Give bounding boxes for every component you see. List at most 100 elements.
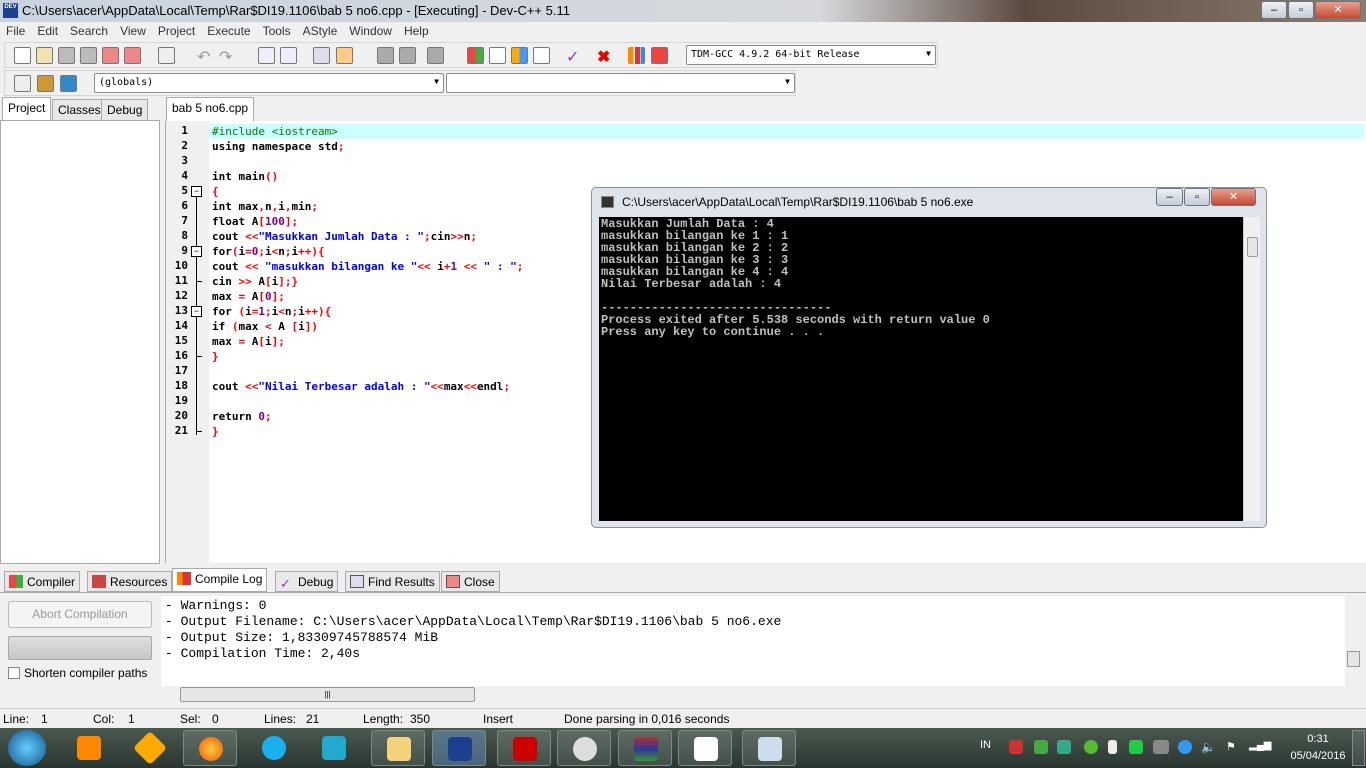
member-select[interactable]: ▼ [446, 73, 795, 93]
usb-tray-icon[interactable] [1034, 740, 1048, 754]
tab-resources[interactable]: Resources [87, 571, 173, 592]
code-line[interactable]: for (i=1;i<n;i++){ [212, 304, 331, 319]
taskbar-dev-cpp[interactable] [432, 730, 486, 766]
unindent-icon[interactable] [399, 47, 416, 64]
fold-collapse-icon[interactable]: − [191, 246, 202, 257]
tab-classes[interactable]: Classes [52, 99, 107, 121]
language-indicator[interactable]: IN [980, 739, 991, 751]
console-minimize-button[interactable]: – [1156, 188, 1183, 206]
scroll-thumb[interactable] [1347, 651, 1360, 667]
fold-collapse-icon[interactable]: − [191, 186, 202, 197]
log-vertical-scrollbar[interactable] [1345, 596, 1362, 686]
taskbar-explorer[interactable] [371, 730, 425, 766]
start-button[interactable] [8, 730, 46, 766]
antivirus-tray-icon[interactable] [1009, 740, 1023, 754]
taskbar-winamp[interactable] [123, 730, 177, 766]
tab-compiler[interactable]: Compiler [4, 571, 81, 592]
triangle-tray-icon[interactable] [1129, 740, 1143, 754]
code-line[interactable]: if (max < A [i]) [212, 319, 318, 334]
network-tray-icon[interactable] [1153, 740, 1169, 754]
console-output[interactable]: Masukkan Jumlah Data : 4 masukkan bilang… [599, 217, 1243, 521]
menu-astyle[interactable]: AStyle [297, 22, 344, 38]
editor-tab-file[interactable]: bab 5 no6.cpp [166, 97, 255, 121]
close-button[interactable]: ✕ [1315, 1, 1361, 19]
tab-project[interactable]: Project [2, 97, 52, 121]
menu-search[interactable]: Search [64, 22, 114, 38]
tab-find-results[interactable]: Find Results [345, 571, 440, 592]
goto-bookmark-icon[interactable] [60, 75, 77, 92]
indent-icon[interactable] [377, 47, 394, 64]
scroll-thumb[interactable] [1247, 237, 1258, 257]
goto-line-icon[interactable] [336, 47, 353, 64]
new-file-icon[interactable] [14, 47, 31, 64]
menu-file[interactable]: File [0, 22, 31, 38]
compile-run-icon[interactable] [511, 47, 528, 64]
goto-icon[interactable] [313, 47, 330, 64]
tab-compile-log[interactable]: Compile Log [172, 568, 268, 592]
taskbar-firefox[interactable] [183, 730, 237, 766]
taskbar-windows-media-player[interactable] [62, 730, 116, 766]
code-line[interactable]: float A[100]; [212, 214, 298, 229]
save-icon[interactable] [58, 47, 75, 64]
code-line[interactable]: } [212, 424, 219, 439]
taskbar-window-app[interactable] [742, 730, 796, 766]
code-line[interactable]: for(i=0;i<n;i++){ [212, 244, 325, 259]
abort-compilation-button[interactable]: Abort Compilation [8, 601, 152, 628]
code-line[interactable]: using namespace std; [212, 139, 344, 154]
code-line[interactable]: return 0; [212, 409, 272, 424]
menu-execute[interactable]: Execute [201, 22, 256, 38]
menu-tools[interactable]: Tools [257, 22, 297, 38]
code-line[interactable]: int max,n,i,min; [212, 199, 318, 214]
code-line[interactable]: max = A[0]; [212, 289, 285, 304]
taskbar-winrar[interactable] [618, 730, 672, 766]
flag-icon[interactable]: ⚑ [1226, 740, 1240, 754]
profile-icon[interactable] [628, 47, 645, 64]
add-bookmark-icon[interactable] [37, 75, 54, 92]
menu-view[interactable]: View [114, 22, 152, 38]
code-line[interactable]: } [212, 349, 219, 364]
taskbar-acrobat[interactable] [497, 730, 551, 766]
volume-icon[interactable]: 🔈 [1201, 740, 1216, 754]
scroll-thumb[interactable]: ||| [180, 687, 475, 702]
maximize-button[interactable]: ▫ [1288, 1, 1314, 19]
taskbar-paint[interactable] [557, 730, 611, 766]
minimize-button[interactable]: – [1261, 1, 1287, 19]
taskbar-dinosaur-app[interactable] [678, 730, 732, 766]
code-line[interactable]: #include <iostream> [209, 124, 1364, 139]
tab-debug[interactable]: Debug [101, 99, 149, 121]
syntax-check-icon[interactable]: ✓ [566, 47, 583, 66]
compiler-select[interactable]: TDM-GCC 4.9.2 64-bit Release ▼ [686, 45, 936, 65]
battery-tray-icon[interactable] [1108, 740, 1117, 754]
clock-time[interactable]: 0:31 [1298, 733, 1338, 745]
code-line[interactable]: cin >> A[i];} [212, 274, 298, 289]
tab-close[interactable]: Close [441, 571, 500, 592]
save-all-icon[interactable] [80, 47, 97, 64]
run-icon[interactable] [489, 47, 506, 64]
tab-debug-bottom[interactable]: ✓ Debug [275, 571, 339, 592]
find-icon[interactable] [258, 47, 275, 64]
undo-icon[interactable]: ↶ [197, 47, 214, 66]
code-line[interactable]: cout << "masukkan bilangan ke "<< i+1 <<… [212, 259, 523, 274]
info-tray-icon[interactable] [1084, 740, 1098, 754]
open-file-icon[interactable] [36, 47, 53, 64]
toggle-comment-icon[interactable] [427, 47, 444, 64]
show-desktop-button[interactable] [1352, 730, 1365, 766]
log-horizontal-scrollbar[interactable]: ||| [161, 686, 1346, 703]
console-close-button[interactable]: ✕ [1211, 188, 1256, 206]
print-icon[interactable] [158, 47, 175, 64]
code-line[interactable]: cout <<"Nilai Terbesar adalah : "<<max<<… [212, 379, 510, 394]
console-maximize-button[interactable]: ▫ [1184, 188, 1210, 206]
delete-profile-icon[interactable] [651, 47, 668, 64]
compile-log-output[interactable]: - Warnings: 0 - Output Filename: C:\User… [161, 596, 1346, 686]
console-scrollbar[interactable] [1243, 217, 1260, 521]
menu-edit[interactable]: Edit [31, 22, 64, 38]
close-all-icon[interactable] [124, 47, 141, 64]
code-line[interactable]: int main() [212, 169, 278, 184]
code-line[interactable]: cout <<"Masukkan Jumlah Data : ";cin>>n; [212, 229, 477, 244]
insert-icon[interactable] [14, 75, 31, 92]
stop-execution-icon[interactable]: ✖ [597, 47, 614, 66]
taskbar-picsart[interactable] [307, 730, 361, 766]
redo-icon[interactable]: ↷ [219, 47, 236, 66]
taskbar-skype[interactable] [247, 730, 301, 766]
menu-window[interactable]: Window [343, 22, 398, 38]
